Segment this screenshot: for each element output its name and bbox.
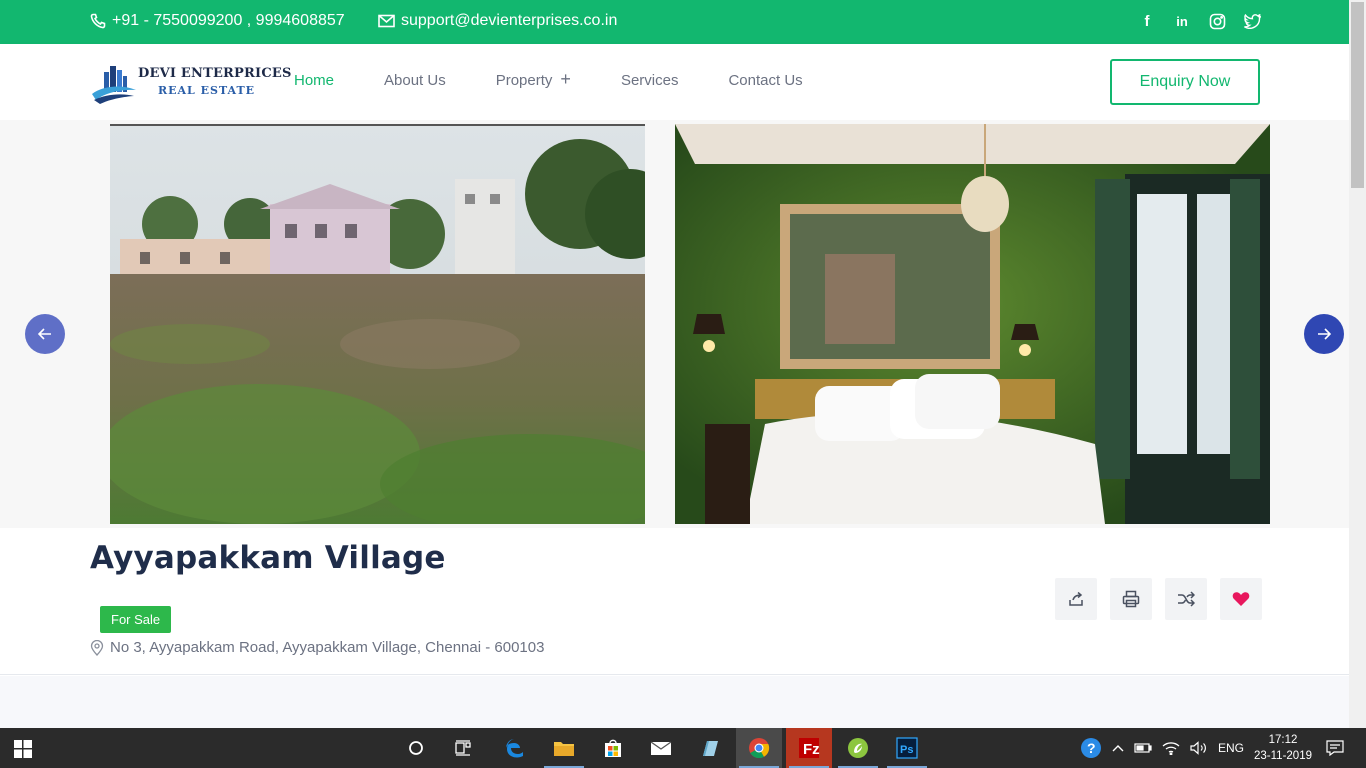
clock-date: 23-11-2019 [1254, 750, 1312, 762]
store-icon[interactable] [590, 728, 636, 768]
social-links: f in [1138, 11, 1261, 31]
windows-taskbar: Fz Ps ? ENG 17:12 23-11-2019 [0, 728, 1366, 768]
compare-icon [1178, 591, 1195, 607]
mail-icon[interactable] [638, 728, 684, 768]
nav-services[interactable]: Services [621, 72, 679, 89]
phone-contact[interactable]: +91 - 7550099200 , 9994608857 [90, 12, 345, 30]
instagram-icon[interactable] [1208, 11, 1226, 31]
dreamweaver-icon[interactable] [835, 728, 881, 768]
gallery-next-button[interactable] [1304, 314, 1344, 354]
nav-contact-us[interactable]: Contact Us [728, 72, 802, 89]
favorite-button[interactable] [1220, 578, 1262, 620]
site-logo[interactable]: DEVI ENTERPRICES REAL ESTATE [90, 58, 291, 106]
nav-home[interactable]: Home [294, 72, 334, 89]
notepad-icon[interactable] [687, 728, 733, 768]
start-icon[interactable] [14, 740, 32, 763]
language-indicator[interactable]: ENG [1218, 741, 1244, 755]
status-badge: For Sale [100, 606, 172, 633]
notifications-icon[interactable] [1326, 740, 1344, 756]
system-clock[interactable]: 17:12 23-11-2019 [1254, 732, 1312, 764]
property-gallery [0, 120, 1349, 528]
arrow-left-icon [38, 328, 51, 340]
help-icon[interactable]: ? [1080, 737, 1102, 759]
edge-icon[interactable] [492, 728, 538, 768]
volume-icon[interactable] [1190, 741, 1208, 755]
arrow-right-icon [1318, 328, 1331, 340]
page-scrollbar[interactable] [1349, 0, 1366, 728]
facebook-icon[interactable]: f [1138, 11, 1156, 31]
share-icon [1069, 591, 1083, 606]
logo-name: DEVI ENTERPRICES [138, 66, 292, 81]
favorite-icon [1232, 592, 1250, 606]
cortana-icon[interactable] [393, 728, 439, 768]
envelope-icon [378, 14, 395, 28]
plus-icon: + [560, 69, 571, 89]
nav-property-label: Property [495, 72, 553, 89]
phone-icon [90, 13, 106, 29]
content-section-below [0, 676, 1349, 728]
gallery-prev-button[interactable] [25, 314, 65, 354]
print-button[interactable] [1110, 578, 1152, 620]
property-summary: Ayyapakkam Village For Sale No 3, Ayyapa… [0, 528, 1349, 675]
print-icon [1122, 590, 1140, 608]
phone-numbers: +91 - 7550099200 , 9994608857 [112, 12, 345, 29]
scrollbar-thumb[interactable] [1351, 2, 1364, 188]
svg-text:?: ? [1087, 740, 1096, 756]
task-view-icon[interactable] [440, 728, 486, 768]
twitter-icon[interactable] [1243, 11, 1261, 31]
enquiry-now-button[interactable]: Enquiry Now [1110, 59, 1260, 105]
email-address: support@devienterprises.co.in [401, 12, 618, 29]
map-pin-icon [90, 639, 104, 656]
gallery-image-bedroom[interactable] [675, 124, 1270, 524]
site-header: DEVI ENTERPRICES REAL ESTATE Home About … [0, 44, 1349, 120]
nav-about-us[interactable]: About Us [384, 72, 446, 89]
top-contact-bar: +91 - 7550099200 , 9994608857 support@de… [0, 0, 1349, 44]
share-button[interactable] [1055, 578, 1097, 620]
email-contact[interactable]: support@devienterprises.co.in [378, 12, 617, 30]
photoshop-icon[interactable]: Ps [884, 728, 930, 768]
property-actions [1055, 578, 1262, 620]
compare-button[interactable] [1165, 578, 1207, 620]
linkedin-icon[interactable]: in [1173, 11, 1191, 31]
main-nav: Home About Us Property + Services Contact… [294, 69, 853, 89]
svg-text:Ps: Ps [900, 744, 913, 756]
filezilla-icon[interactable]: Fz [786, 728, 832, 768]
open-plot-land-photo [110, 124, 645, 524]
logo-tagline: REAL ESTATE [158, 84, 256, 97]
nav-property[interactable]: Property + [495, 69, 571, 89]
chevron-up-icon[interactable] [1112, 744, 1124, 752]
address-text: No 3, Ayyapakkam Road, Ayyapakkam Villag… [110, 639, 545, 656]
system-tray: ? ENG 17:12 23-11-2019 [1080, 728, 1366, 768]
gallery-image-land[interactable] [110, 124, 645, 524]
property-title: Ayyapakkam Village [90, 540, 446, 576]
wifi-icon[interactable] [1162, 741, 1180, 755]
page: +91 - 7550099200 , 9994608857 support@de… [0, 0, 1366, 768]
svg-text:Fz: Fz [803, 741, 820, 758]
property-address: No 3, Ayyapakkam Road, Ayyapakkam Villag… [90, 639, 544, 656]
logo-mark [92, 66, 136, 104]
chrome-icon[interactable] [736, 728, 782, 768]
green-hotel-bedroom-photo [675, 124, 1270, 524]
clock-time: 17:12 [1268, 734, 1298, 746]
file-explorer-icon[interactable] [541, 728, 587, 768]
battery-icon[interactable] [1134, 742, 1152, 754]
